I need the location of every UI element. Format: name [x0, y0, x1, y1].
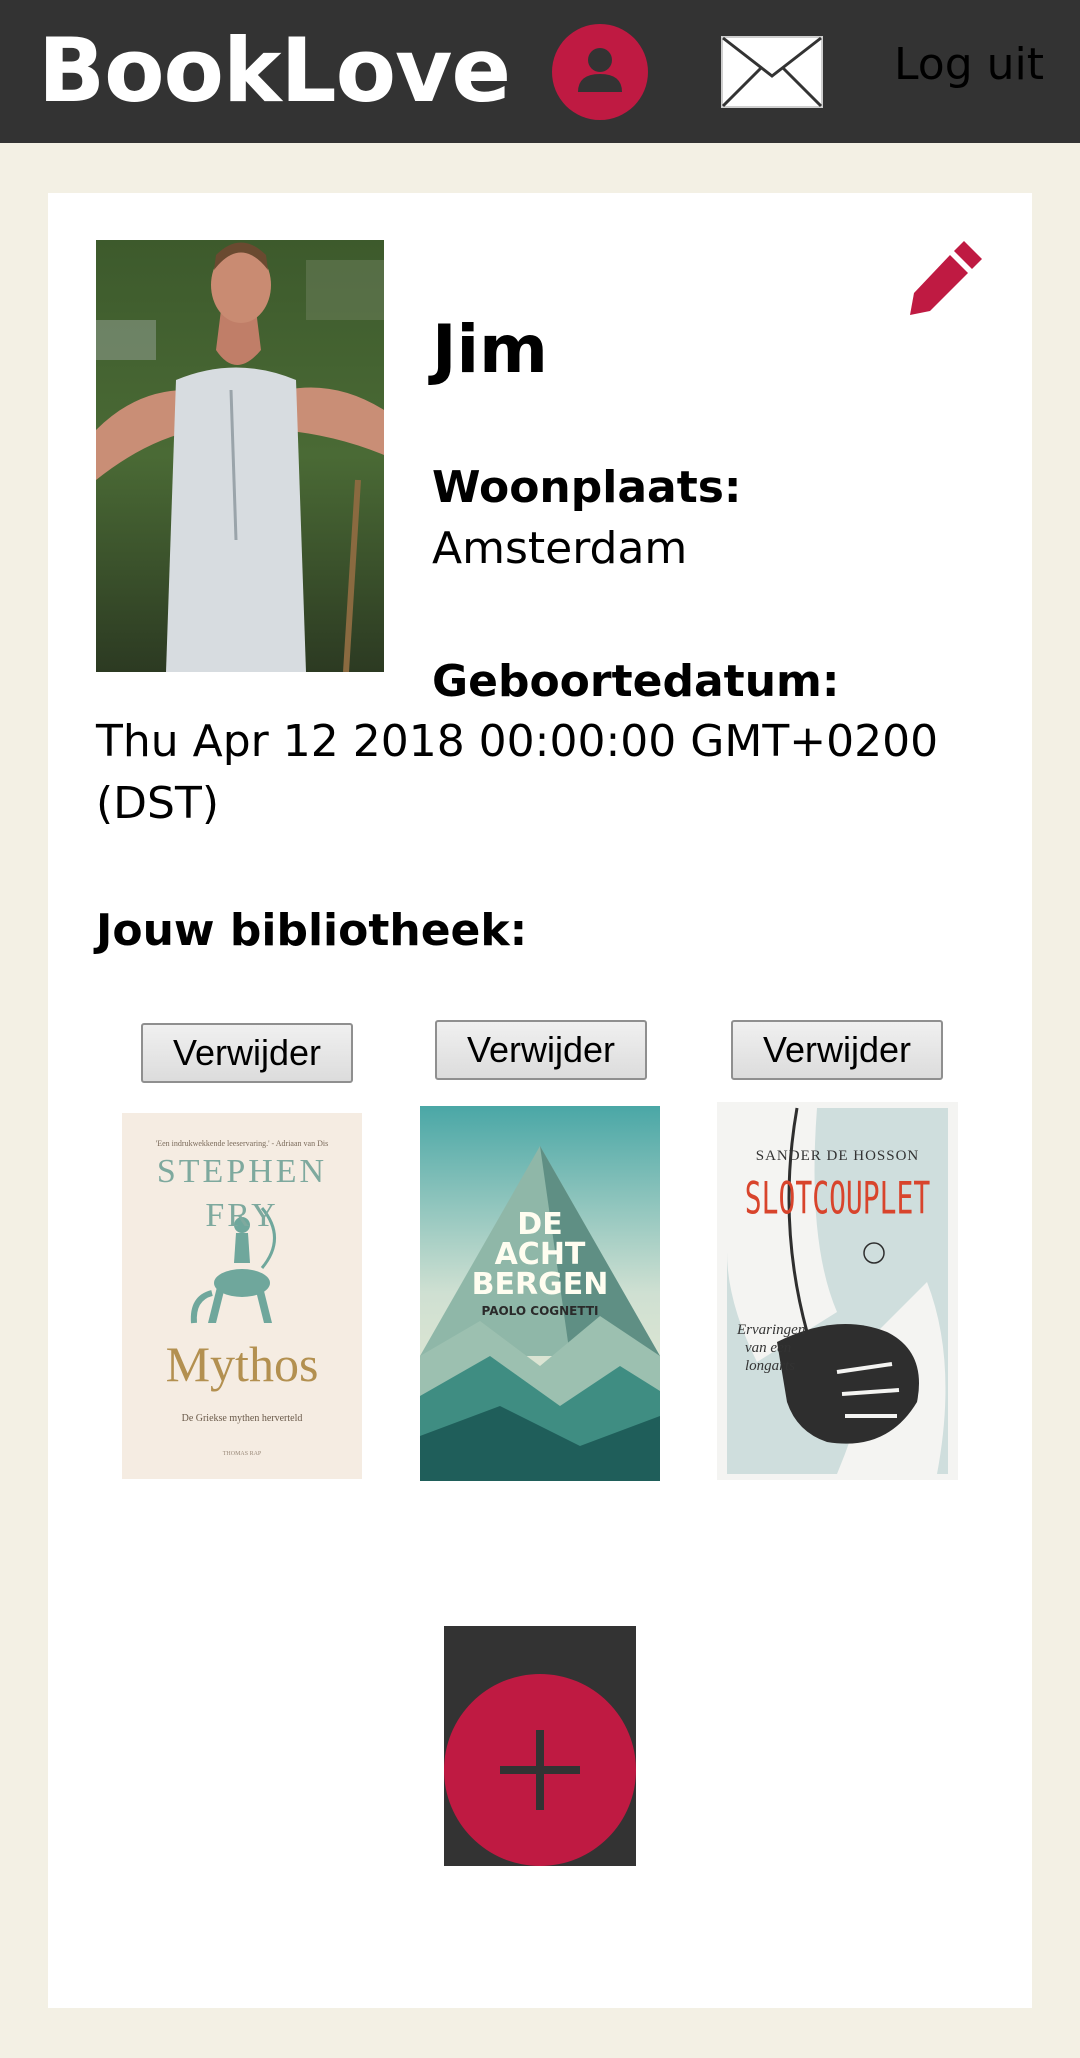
book-title: Mythos — [165, 1336, 319, 1392]
book-title-line-2: ACHT — [494, 1237, 586, 1272]
app-logo[interactable]: BookLove — [38, 16, 511, 126]
birthdate-label: Geboortedatum: — [432, 656, 840, 707]
book-subtitle-line-1: Ervaringen — [737, 1322, 806, 1338]
book-author-line-1: STEPHEN — [156, 1153, 328, 1190]
user-icon — [578, 48, 622, 92]
residence-label: Woonplaats: — [432, 462, 742, 513]
library-heading: Jouw bibliotheek: — [96, 905, 528, 956]
pencil-icon — [910, 241, 982, 315]
book-quote: 'Een indrukwekkende leeservaring.' - Adr… — [155, 1139, 329, 1148]
add-circle — [444, 1674, 636, 1866]
book-publisher: THOMAS RAP — [222, 1451, 262, 1457]
logout-link[interactable]: Log uit — [894, 38, 1044, 92]
profile-card: Jim Woonplaats: Amsterdam Geboortedatum:… — [48, 193, 1032, 2008]
messages-button[interactable] — [721, 36, 823, 108]
book-author-line-2: FRY — [205, 1197, 279, 1234]
remove-book-button[interactable]: Verwijder — [141, 1023, 353, 1083]
book-subtitle-line-3: longarts — [745, 1358, 796, 1374]
birthdate-value: Thu Apr 12 2018 00:00:00 GMT+0200 (DST) — [96, 716, 939, 829]
book-title: SLOTCOUPLET — [744, 1172, 931, 1225]
book-author: SANDER DE HOSSON — [755, 1148, 920, 1164]
book-title-line-3: BERGEN — [471, 1267, 609, 1302]
edit-profile-button[interactable] — [908, 239, 984, 315]
book-cover-de-acht-bergen[interactable]: DE ACHT BERGEN PAOLO COGNETTI — [420, 1106, 660, 1481]
plus-icon — [500, 1730, 580, 1810]
profile-button[interactable] — [552, 24, 648, 120]
profile-name: Jim — [432, 311, 548, 388]
add-book-button[interactable] — [444, 1626, 636, 1866]
book-cover-mythos[interactable]: 'Een indrukwekkende leeservaring.' - Adr… — [122, 1113, 362, 1479]
remove-book-button[interactable]: Verwijder — [435, 1020, 647, 1080]
book-subtitle: De Griekse mythen herverteld — [181, 1413, 303, 1424]
book-author: PAOLO COGNETTI — [481, 1304, 599, 1318]
book-title-line-1: DE — [517, 1207, 563, 1242]
residence-value: Amsterdam — [432, 523, 688, 574]
profile-photo — [96, 240, 384, 672]
mail-icon — [721, 36, 823, 108]
book-cover-slotcouplet[interactable]: SANDER DE HOSSON SLOTCOUPLET Ervaringen … — [717, 1102, 958, 1480]
book-subtitle-line-2: van een — [745, 1340, 792, 1356]
remove-book-button[interactable]: Verwijder — [731, 1020, 943, 1080]
top-navigation-bar: BookLove Log uit — [0, 0, 1080, 143]
